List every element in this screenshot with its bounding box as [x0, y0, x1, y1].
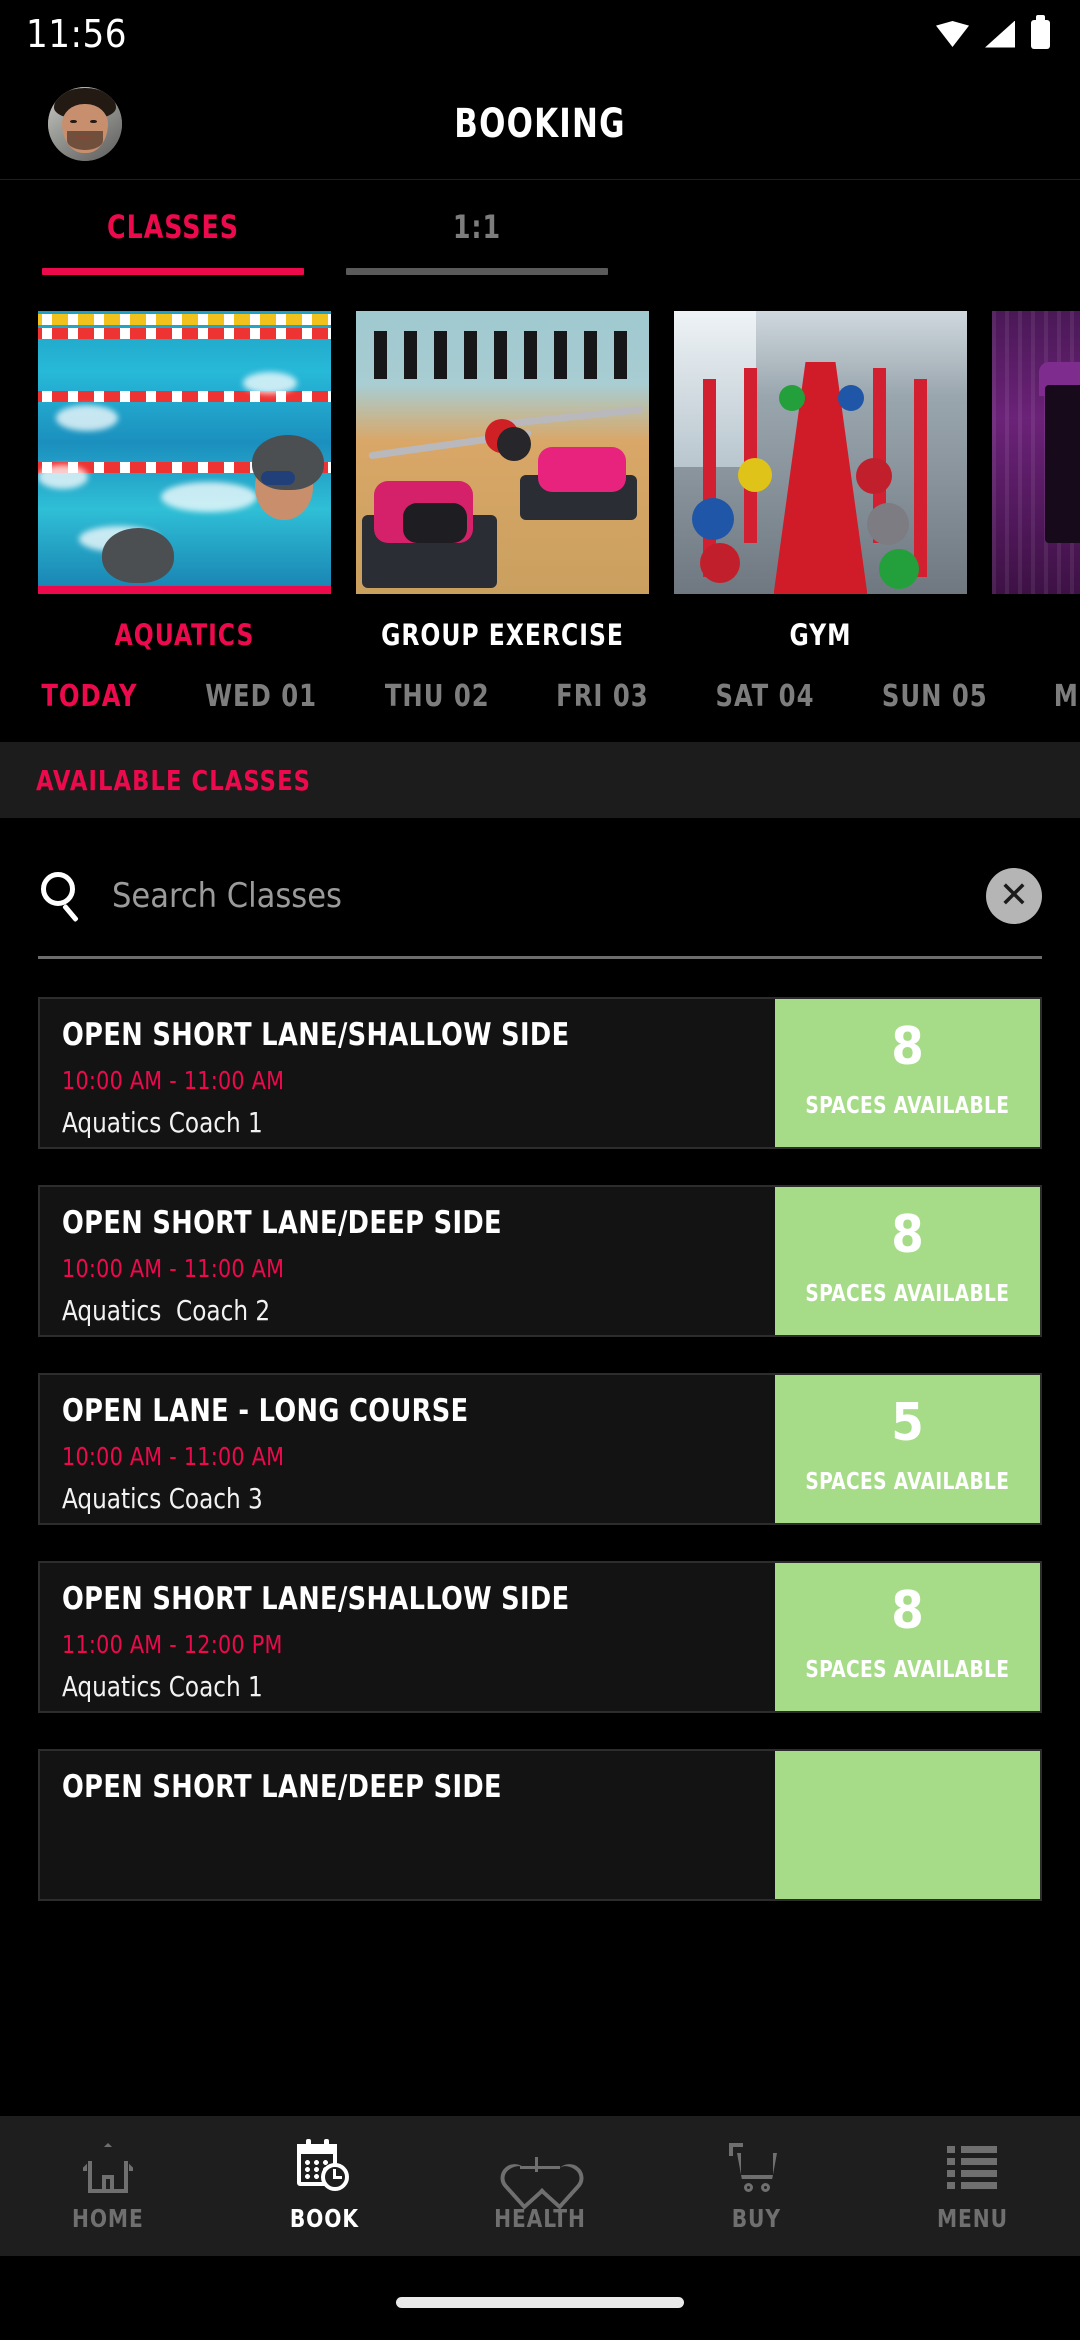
day-today[interactable]: TODAY	[41, 679, 137, 714]
table-row[interactable]: OPEN SHORT LANE/SHALLOW SIDE 11:00 AM - …	[38, 1561, 1042, 1714]
nav-buy-label: BUY	[731, 2204, 781, 2233]
shopping-cart-icon	[727, 2139, 785, 2195]
tab-classes[interactable]: CLASSES	[42, 208, 304, 275]
app-screen: 11:56 BOOKING CLASSES 1:1 AQUATICS GROUP…	[0, 0, 1080, 2340]
calendar-clock-icon	[295, 2139, 353, 2195]
status-badge: 8 SPACES AVAILABLE	[775, 1187, 1040, 1336]
class-title: OPEN SHORT LANE/DEEP SIDE	[62, 1769, 502, 1806]
tab-one-to-one[interactable]: 1:1	[346, 208, 608, 275]
table-row[interactable]: OPEN SHORT LANE/DEEP SIDE 10:00 AM - 11:…	[38, 1185, 1042, 1338]
category-gym[interactable]: GYM	[674, 311, 967, 650]
category-hot-label: HOT	[1007, 620, 1080, 650]
spaces-label: SPACES AVAILABLE	[805, 1469, 1010, 1496]
category-group-exercise-label: GROUP EXERCISE	[381, 618, 624, 651]
tab-one-to-one-indicator	[346, 268, 608, 275]
spaces-label: SPACES AVAILABLE	[805, 1093, 1010, 1120]
category-gym-thumbnail	[674, 311, 967, 594]
status-bar: 11:56	[0, 0, 1080, 68]
signal-icon	[985, 20, 1015, 48]
search-icon	[38, 870, 90, 923]
class-details: OPEN LANE - LONG COURSE 10:00 AM - 11:00…	[40, 1375, 775, 1523]
page-title: BOOKING	[454, 100, 626, 147]
spaces-label: SPACES AVAILABLE	[805, 1281, 1010, 1308]
available-classes-header: AVAILABLE CLASSES	[0, 742, 1080, 819]
spaces-label: SPACES AVAILABLE	[805, 1657, 1010, 1684]
class-details: OPEN SHORT LANE/DEEP SIDE	[40, 1751, 775, 1899]
class-time: 10:00 AM - 11:00 AM	[62, 1442, 285, 1472]
day-sat-04[interactable]: SAT 04	[716, 679, 815, 714]
category-hot-thumbnail	[992, 311, 1080, 594]
class-coach: Aquatics Coach 3	[62, 1482, 263, 1516]
table-row[interactable]: OPEN SHORT LANE/SHALLOW SIDE 10:00 AM - …	[38, 997, 1042, 1150]
heart-pulse-icon	[511, 2139, 569, 2195]
class-title: OPEN SHORT LANE/SHALLOW SIDE	[62, 1017, 570, 1054]
category-group-exercise[interactable]: GROUP EXERCISE	[356, 311, 649, 650]
list-menu-icon	[943, 2139, 1001, 2195]
spaces-count: 8	[891, 1205, 924, 1266]
clear-search-button[interactable]: ✕	[986, 868, 1042, 925]
class-time: 10:00 AM - 11:00 AM	[62, 1254, 285, 1284]
table-row[interactable]: OPEN SHORT LANE/DEEP SIDE	[38, 1749, 1042, 1902]
class-coach: Aquatics Coach 1	[62, 1106, 263, 1140]
class-details: OPEN SHORT LANE/SHALLOW SIDE 10:00 AM - …	[40, 999, 775, 1147]
nav-menu[interactable]: MENU	[864, 2139, 1080, 2233]
tab-classes-indicator	[42, 268, 304, 275]
nav-book[interactable]: BOOK	[216, 2139, 432, 2233]
class-title: OPEN SHORT LANE/DEEP SIDE	[62, 1205, 502, 1242]
status-clock: 11:56	[26, 12, 128, 56]
class-details: OPEN SHORT LANE/SHALLOW SIDE 11:00 AM - …	[40, 1563, 775, 1711]
bottom-navigation: HOME BOOK HEALTH BUY MENU	[0, 2116, 1080, 2256]
status-badge	[775, 1751, 1040, 1900]
battery-icon	[1031, 14, 1050, 49]
home-icon	[79, 2139, 137, 2195]
nav-home-label: HOME	[72, 2204, 144, 2233]
nav-health-label: HEALTH	[494, 2204, 586, 2233]
search-row: ✕	[38, 854, 1042, 938]
spaces-count: 5	[891, 1393, 924, 1454]
spaces-count: 8	[891, 1017, 924, 1078]
spaces-count: 8	[891, 1581, 924, 1642]
status-icon-group	[936, 14, 1050, 49]
day-selector[interactable]: TODAY WED 01 THU 02 FRI 03 SAT 04 SUN 05…	[0, 650, 1080, 743]
class-title: OPEN LANE - LONG COURSE	[62, 1393, 469, 1430]
tab-one-to-one-label: 1:1	[452, 208, 502, 246]
category-aquatics-thumbnail	[38, 311, 331, 594]
close-icon: ✕	[998, 875, 1030, 917]
nav-menu-label: MENU	[936, 2204, 1008, 2233]
day-fri-03[interactable]: FRI 03	[557, 679, 650, 714]
category-carousel[interactable]: AQUATICS GROUP EXERCISE GYM	[0, 275, 1080, 651]
status-badge: 5 SPACES AVAILABLE	[775, 1375, 1040, 1524]
status-badge: 8 SPACES AVAILABLE	[775, 1563, 1040, 1712]
day-wed-01[interactable]: WED 01	[205, 679, 317, 714]
category-gym-label: GYM	[789, 618, 852, 651]
day-sun-05[interactable]: SUN 05	[882, 679, 988, 714]
nav-buy[interactable]: BUY	[648, 2139, 864, 2233]
status-badge: 8 SPACES AVAILABLE	[775, 999, 1040, 1148]
nav-health[interactable]: HEALTH	[432, 2139, 648, 2233]
category-aquatics-label: AQUATICS	[114, 618, 255, 651]
class-title: OPEN SHORT LANE/SHALLOW SIDE	[62, 1581, 570, 1618]
class-coach: Aquatics Coach 1	[62, 1670, 263, 1704]
class-time: 11:00 AM - 12:00 PM	[62, 1630, 283, 1660]
class-details: OPEN SHORT LANE/DEEP SIDE 10:00 AM - 11:…	[40, 1187, 775, 1335]
category-hot[interactable]: HOT	[992, 311, 1080, 650]
top-tab-bar: CLASSES 1:1	[0, 180, 1080, 275]
table-row[interactable]: OPEN LANE - LONG COURSE 10:00 AM - 11:00…	[38, 1373, 1042, 1526]
nav-home[interactable]: HOME	[0, 2139, 216, 2233]
nav-book-label: BOOK	[289, 2204, 359, 2233]
day-mon-06[interactable]: MON	[1054, 679, 1080, 714]
class-list: OPEN SHORT LANE/SHALLOW SIDE 10:00 AM - …	[0, 959, 1080, 1902]
app-bar: BOOKING	[0, 68, 1080, 180]
wifi-icon	[936, 21, 969, 47]
tab-classes-label: CLASSES	[107, 208, 239, 246]
search-input[interactable]	[112, 876, 986, 917]
category-aquatics[interactable]: AQUATICS	[38, 311, 331, 650]
class-coach: Aquatics Coach 2	[62, 1294, 271, 1328]
search-area: ✕	[0, 818, 1080, 960]
category-group-exercise-thumbnail	[356, 311, 649, 594]
available-classes-title: AVAILABLE CLASSES	[36, 763, 312, 797]
class-time: 10:00 AM - 11:00 AM	[62, 1066, 285, 1096]
home-indicator	[396, 2297, 684, 2308]
day-thu-02[interactable]: THU 02	[385, 679, 490, 714]
